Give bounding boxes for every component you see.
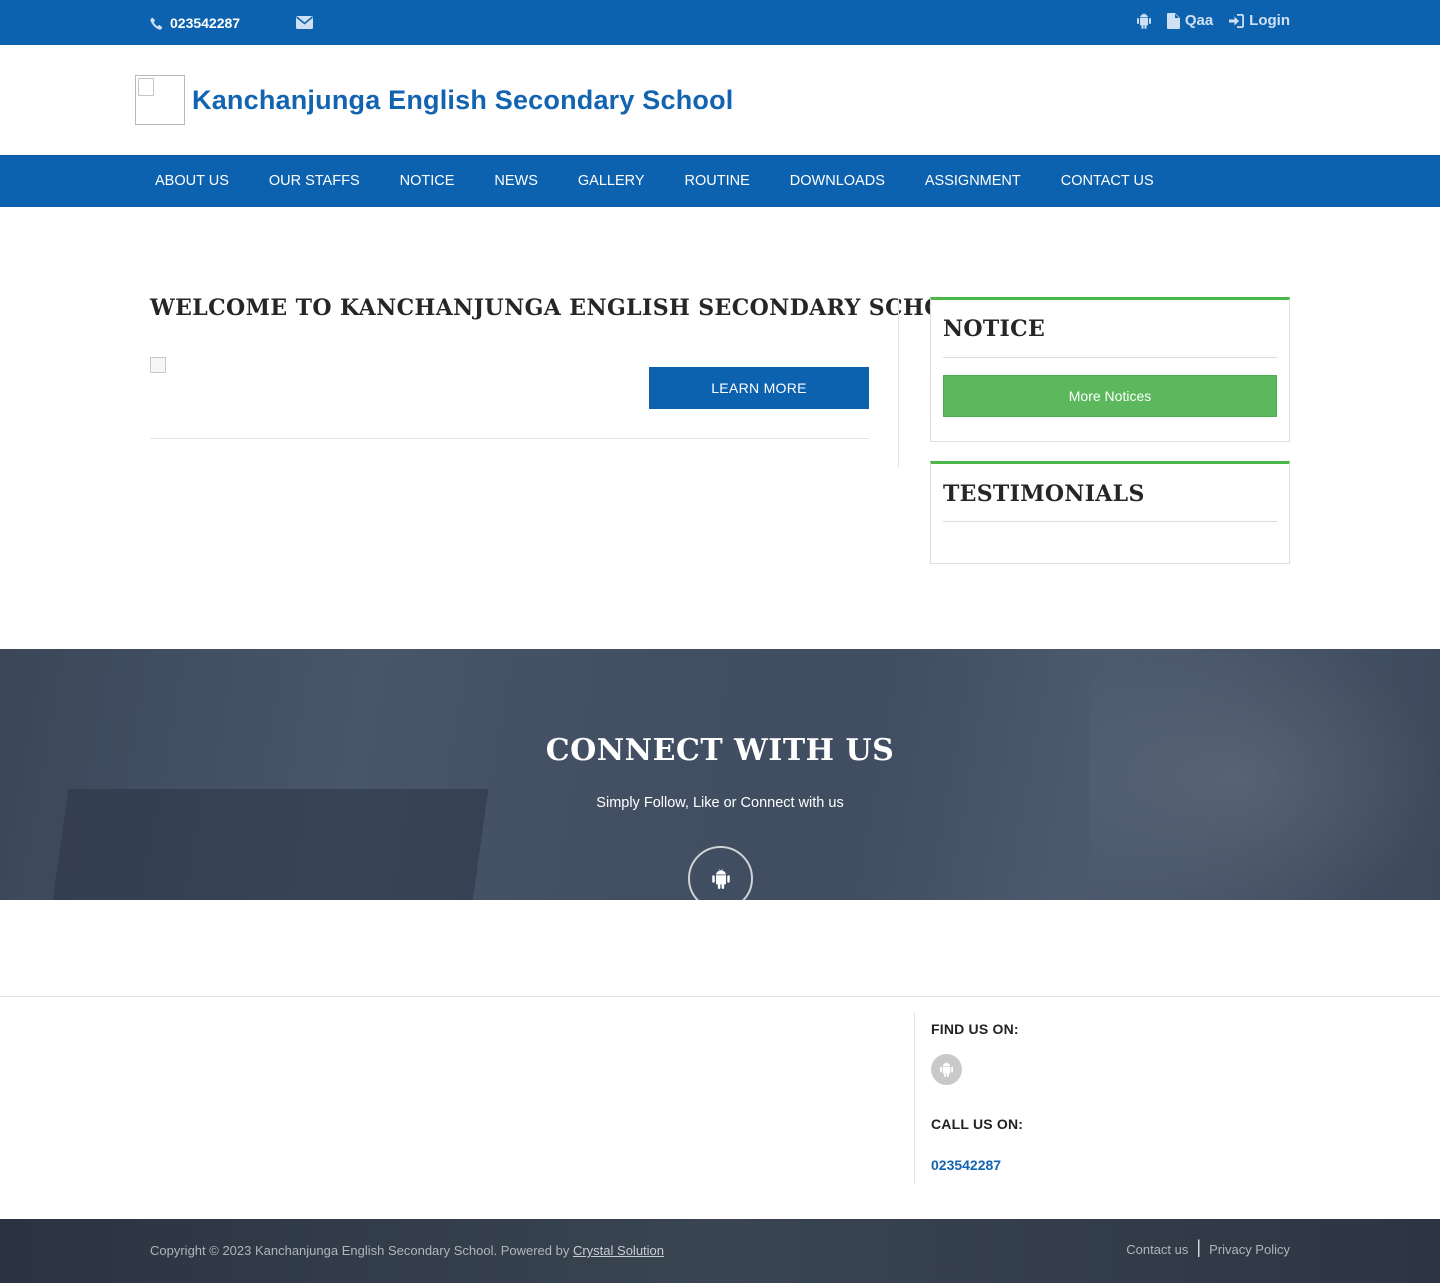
school-logo[interactable]: [135, 75, 185, 125]
android-icon: [1136, 12, 1151, 29]
login-label: Login: [1249, 12, 1290, 29]
nav-item-downloads[interactable]: DOWNLOADS: [770, 156, 905, 208]
phone-icon: [150, 17, 163, 30]
learn-more-button[interactable]: LEARN MORE: [649, 367, 869, 409]
divider: [943, 521, 1277, 522]
footer-separator: |: [1196, 1237, 1202, 1257]
copyright-text: Copyright © 2023 Kanchanjunga English Se…: [150, 1243, 573, 1258]
footer-divider: [0, 996, 1440, 997]
sign-in-icon: [1229, 13, 1245, 28]
footer-phone[interactable]: 023542287: [931, 1157, 1001, 1173]
footer-privacy-link[interactable]: Privacy Policy: [1209, 1242, 1290, 1257]
more-notices-button[interactable]: More Notices: [943, 375, 1277, 417]
copyright: Copyright © 2023 Kanchanjunga English Se…: [150, 1243, 664, 1258]
column-divider: [898, 297, 899, 467]
nav-item-contact-us[interactable]: CONTACT US: [1041, 156, 1174, 208]
footer-bar: Copyright © 2023 Kanchanjunga English Se…: [0, 1219, 1440, 1283]
divider: [150, 438, 869, 439]
welcome-image: [150, 357, 166, 373]
qaa-label: Qaa: [1184, 12, 1214, 29]
login-link[interactable]: Login: [1229, 12, 1290, 29]
testimonials-heading: TESTIMONIALS: [943, 481, 1145, 507]
nav-item-notice[interactable]: NOTICE: [380, 156, 475, 208]
welcome-title: WELCOME TO KANCHANJUNGA ENGLISH SECONDAR…: [150, 295, 980, 321]
top-phone[interactable]: 023542287: [150, 13, 240, 33]
android-icon: [711, 868, 730, 889]
divider: [943, 357, 1277, 358]
android-icon: [940, 1062, 953, 1077]
notice-panel: NOTICE More Notices: [930, 297, 1290, 442]
testimonials-panel: TESTIMONIALS: [930, 461, 1290, 564]
top-android-link[interactable]: [1136, 12, 1151, 29]
nav-item-news[interactable]: NEWS: [474, 156, 558, 208]
nav-item-gallery[interactable]: GALLERY: [558, 156, 665, 208]
nav-item-our-staffs[interactable]: OUR STAFFS: [249, 156, 380, 208]
powered-by-link[interactable]: Crystal Solution: [573, 1243, 664, 1258]
nav-item-routine[interactable]: ROUTINE: [665, 156, 770, 208]
file-icon: [1166, 12, 1180, 29]
find-us-label: FIND US ON:: [931, 1021, 1019, 1037]
site-name[interactable]: Kanchanjunga English Secondary School: [192, 85, 734, 116]
top-phone-number: 023542287: [170, 15, 241, 31]
top-bar: 023542287 Qaa Login: [0, 0, 1440, 45]
notice-heading: NOTICE: [943, 316, 1046, 342]
connect-title: CONNECT WITH US: [545, 733, 895, 768]
connect-subtitle: Simply Follow, Like or Connect with us: [596, 795, 844, 811]
qaa-link[interactable]: Qaa: [1166, 12, 1214, 29]
connect-section: CONNECT WITH US Simply Follow, Like or C…: [0, 649, 1440, 900]
call-us-label: CALL US ON:: [931, 1116, 1024, 1132]
footer-android-button[interactable]: [931, 1054, 962, 1085]
nav-item-about-us[interactable]: ABOUT US: [135, 156, 249, 208]
envelope-icon[interactable]: [295, 16, 314, 34]
main-nav: ABOUT US OUR STAFFS NOTICE NEWS GALLERY …: [0, 155, 1440, 207]
footer-column-divider: [914, 1013, 915, 1184]
nav-item-assignment[interactable]: ASSIGNMENT: [905, 156, 1041, 208]
footer-contact-link[interactable]: Contact us: [1126, 1242, 1188, 1257]
brand[interactable]: Kanchanjunga English Secondary School: [135, 75, 734, 125]
